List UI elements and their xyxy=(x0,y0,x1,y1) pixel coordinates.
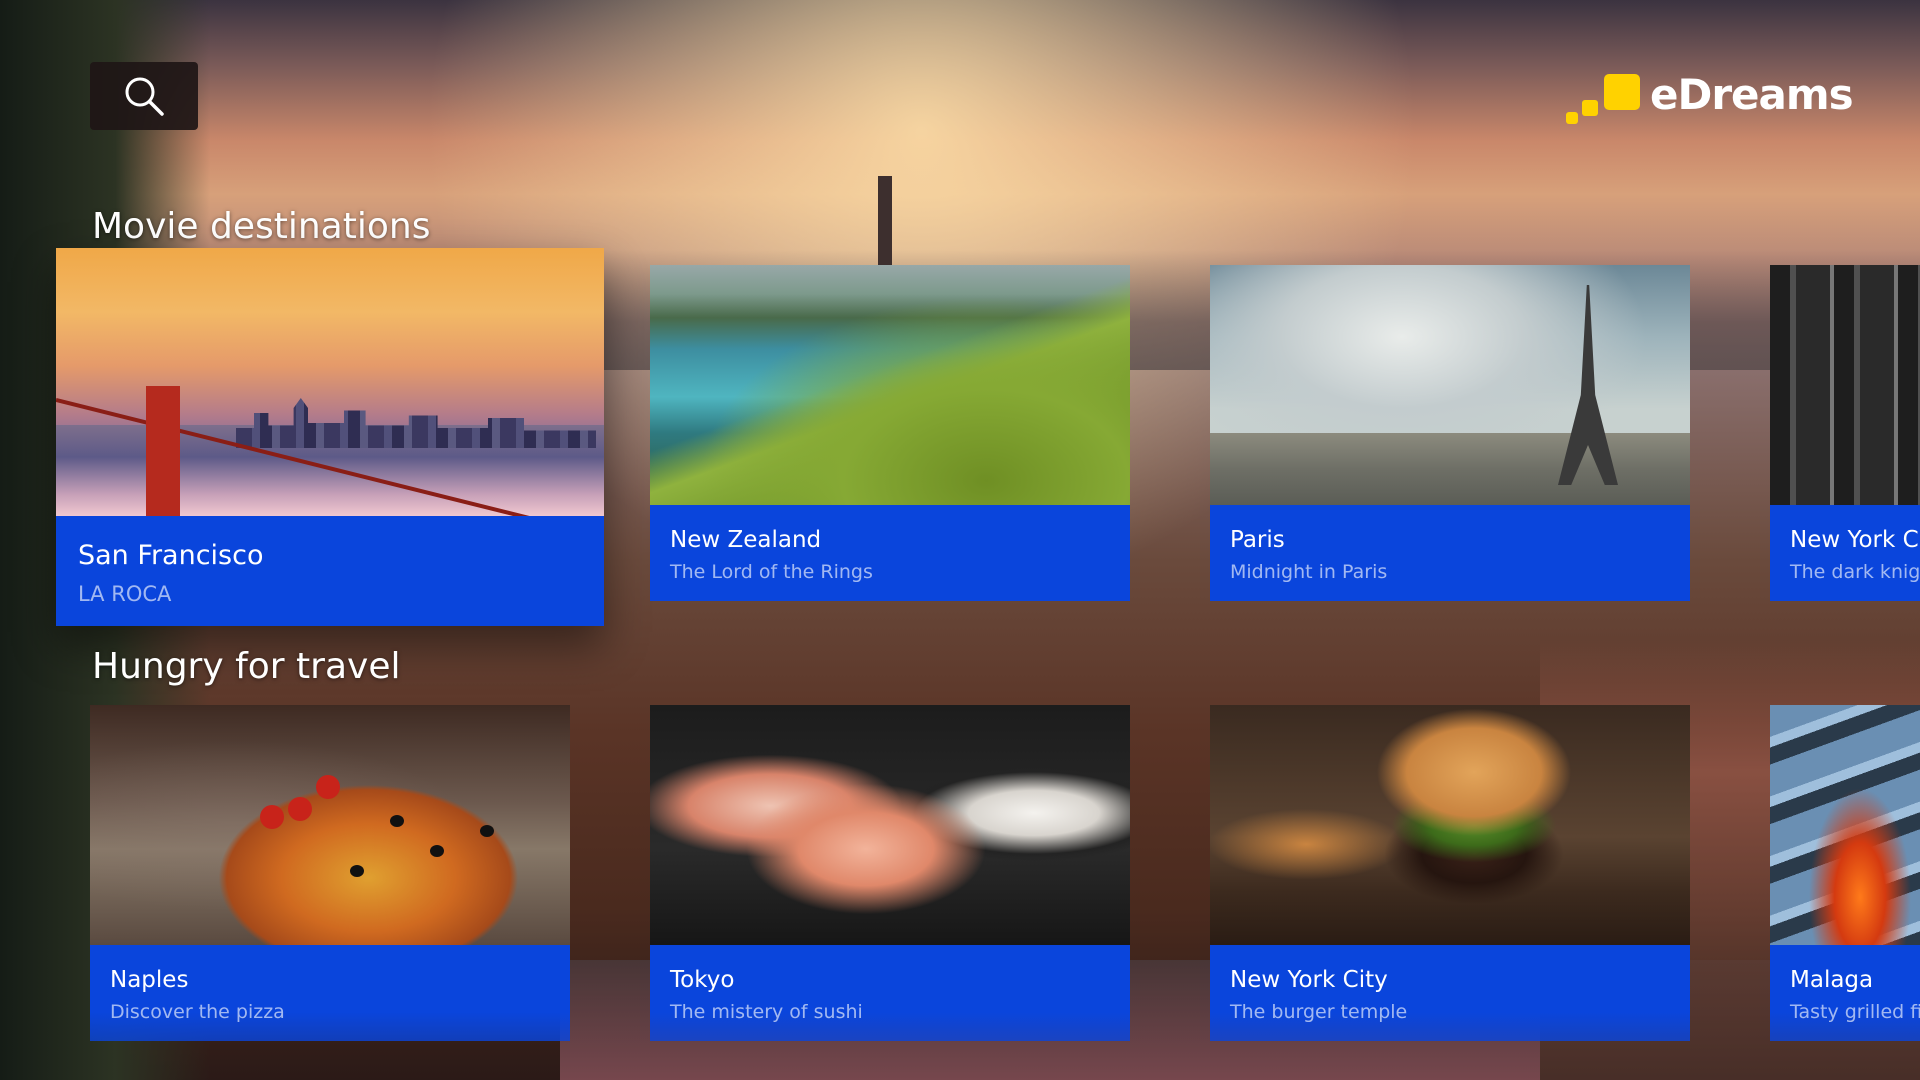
destination-card-tokyo[interactable]: Tokyo The mistery of sushi xyxy=(650,705,1130,1041)
section-title-movie-destinations: Movie destinations xyxy=(92,206,431,247)
app-screen: eDreams Movie destinations San Francisco… xyxy=(0,0,1920,1080)
card-title: Paris xyxy=(1230,527,1285,553)
tomato-graphic xyxy=(260,805,284,829)
card-title: Naples xyxy=(110,967,189,993)
card-subtitle: The Lord of the Rings xyxy=(670,561,873,583)
logo-mark-medium xyxy=(1582,100,1598,116)
section-title-hungry-for-travel: Hungry for travel xyxy=(92,646,401,687)
card-subtitle: The mistery of sushi xyxy=(670,1001,863,1023)
card-title: New Zealand xyxy=(670,527,822,553)
olive-graphic xyxy=(430,845,444,857)
logo-mark-small xyxy=(1566,112,1578,124)
card-image-grilled-fish xyxy=(1770,705,1920,945)
search-button[interactable] xyxy=(90,62,198,130)
logo-text: eDreams xyxy=(1650,70,1854,119)
card-info-panel xyxy=(1770,945,1920,1041)
olive-graphic xyxy=(350,865,364,877)
destination-card-malaga[interactable]: Malaga Tasty grilled fis xyxy=(1770,705,1920,1041)
edreams-logo: eDreams xyxy=(1566,70,1854,130)
card-image-naples-pizza xyxy=(90,705,570,945)
eiffel-tower-graphic xyxy=(1558,285,1618,485)
skyline-graphic xyxy=(236,398,596,448)
card-subtitle: Discover the pizza xyxy=(110,1001,285,1023)
card-image-burger xyxy=(1210,705,1690,945)
card-info-panel xyxy=(90,945,570,1041)
card-subtitle: The burger temple xyxy=(1230,1001,1408,1023)
background-tower xyxy=(878,176,892,266)
bridge-tower-graphic xyxy=(146,386,180,516)
destination-card-paris[interactable]: Paris Midnight in Paris xyxy=(1210,265,1690,601)
search-icon xyxy=(125,77,164,116)
card-title: San Francisco xyxy=(78,540,264,571)
card-image-paris xyxy=(1210,265,1690,505)
olive-graphic xyxy=(390,815,404,827)
tomato-graphic xyxy=(288,797,312,821)
card-title: Tokyo xyxy=(670,967,735,993)
card-image-new-york xyxy=(1770,265,1920,505)
card-subtitle: LA ROCA xyxy=(78,582,172,606)
logo-mark-large xyxy=(1604,74,1640,110)
card-info-panel xyxy=(56,516,604,626)
destination-card-san-francisco[interactable]: San Francisco LA ROCA xyxy=(56,248,604,626)
card-subtitle: The dark knigh xyxy=(1790,561,1920,583)
card-subtitle: Midnight in Paris xyxy=(1230,561,1388,583)
card-image-new-zealand xyxy=(650,265,1130,505)
card-title: New York Ci xyxy=(1790,527,1920,553)
destination-card-new-zealand[interactable]: New Zealand The Lord of the Rings xyxy=(650,265,1130,601)
card-subtitle: Tasty grilled fis xyxy=(1790,1001,1920,1023)
card-info-panel xyxy=(1210,505,1690,601)
card-info-panel xyxy=(1210,945,1690,1041)
destination-card-new-york-city-movie[interactable]: New York Ci The dark knigh xyxy=(1770,265,1920,601)
card-title: Malaga xyxy=(1790,967,1874,993)
olive-graphic xyxy=(480,825,494,837)
card-image-tokyo-sushi xyxy=(650,705,1130,945)
card-info-panel xyxy=(650,945,1130,1041)
card-title: New York City xyxy=(1230,967,1388,993)
destination-card-naples[interactable]: Naples Discover the pizza xyxy=(90,705,570,1041)
tomato-graphic xyxy=(316,775,340,799)
destination-card-new-york-city-food[interactable]: New York City The burger temple xyxy=(1210,705,1690,1041)
card-info-panel xyxy=(650,505,1130,601)
card-image-san-francisco xyxy=(56,248,604,535)
card-info-panel xyxy=(1770,505,1920,601)
